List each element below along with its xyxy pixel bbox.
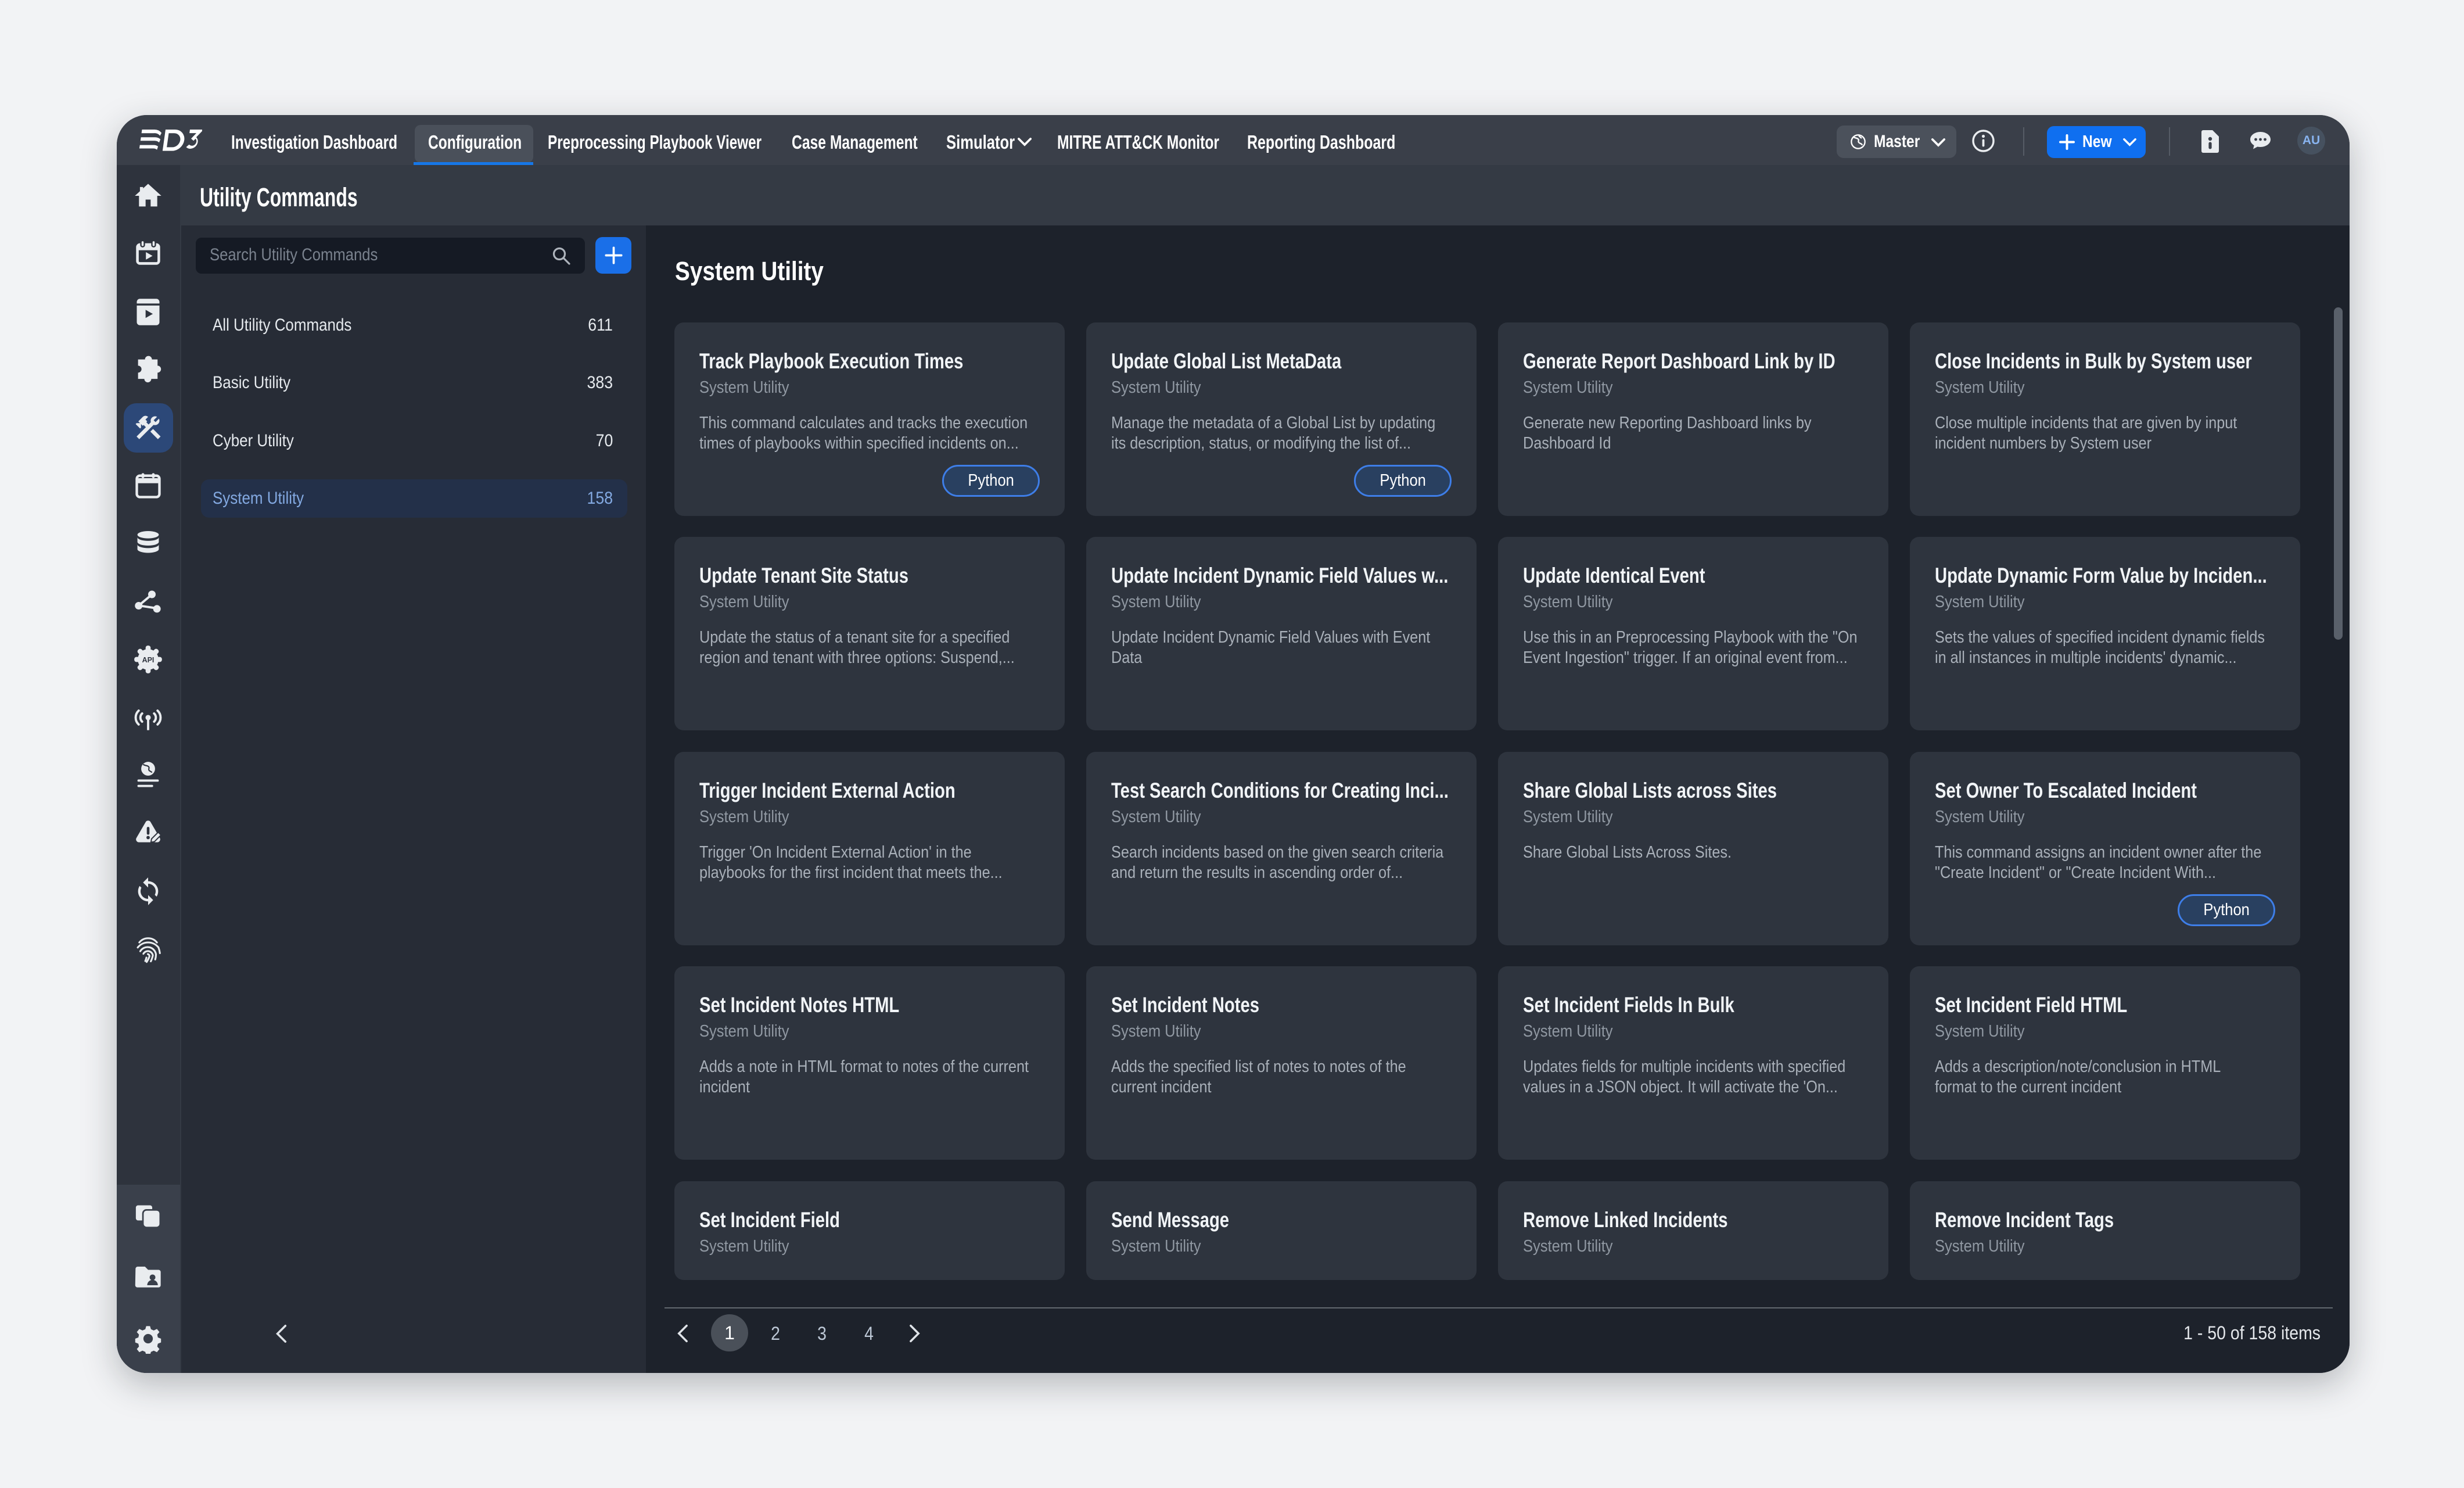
svg-text:API: API: [142, 656, 155, 664]
